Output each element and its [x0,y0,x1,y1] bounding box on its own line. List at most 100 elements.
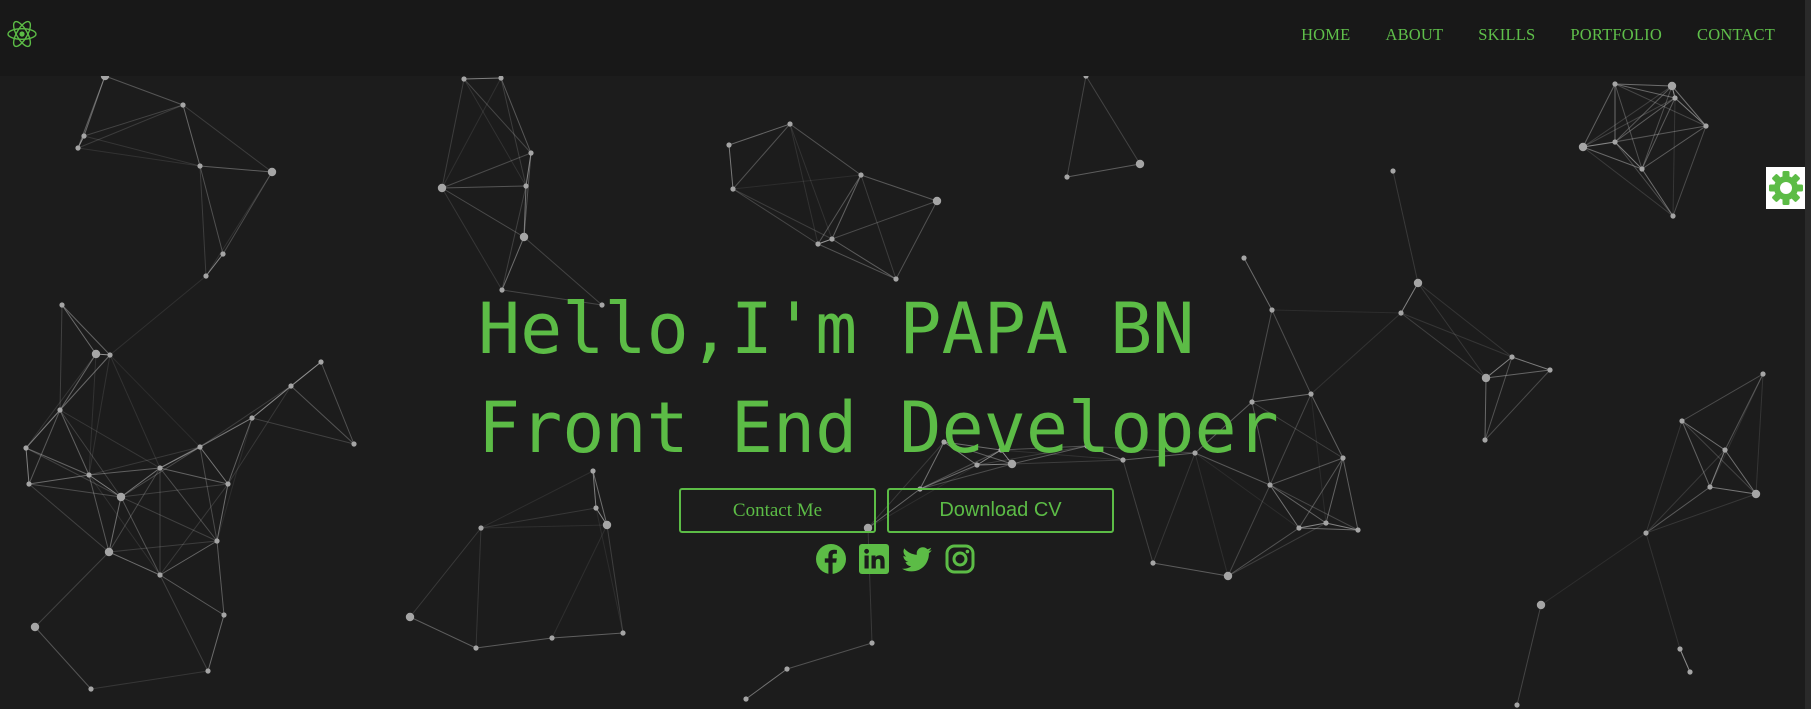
network-edge [34,626,92,690]
download-cv-button[interactable]: Download CV [887,488,1114,533]
network-edge [109,354,201,448]
network-edge [789,123,819,245]
network-edge [1484,369,1551,441]
network-edge [1400,312,1487,379]
network-node [197,163,203,169]
network-edge [88,467,161,476]
network-node [205,668,211,674]
network-edge [789,123,833,240]
network-node [1514,702,1520,708]
network-node [602,520,612,530]
network-edge [1085,75,1141,165]
network-edge [732,188,833,240]
network-node [1612,81,1618,87]
contact-me-button[interactable]: Contact Me [679,488,876,533]
network-edge [475,527,482,649]
network-edge [88,474,161,576]
network-node [405,612,415,622]
network-edge [817,174,862,245]
network-edge [523,152,532,238]
network-edge [1484,356,1513,441]
nav-skills-link[interactable]: SKILLS [1478,25,1535,45]
network-edge [1271,309,1312,395]
network-edge [1511,356,1551,371]
network-node [1703,123,1709,129]
network-edge [1298,457,1344,529]
network-edge [61,304,97,355]
network-node [1390,168,1396,174]
network-edge [1484,377,1487,441]
nav-contact-link[interactable]: CONTACT [1697,25,1775,45]
network-node [1760,371,1766,377]
network-edge [216,417,253,542]
network-node [1482,437,1488,443]
network-edge [1672,125,1707,217]
network-node [473,645,479,651]
network-edge [1243,257,1273,311]
network-edge [251,417,355,445]
network-edge [480,524,608,529]
network-edge [28,474,90,485]
network-edge [1227,522,1327,577]
network-node [932,196,942,206]
react-atom-icon[interactable] [6,18,38,50]
network-edge [1582,85,1673,148]
network-edge [1674,97,1707,127]
network-node [1269,307,1275,313]
network-edge [216,483,229,542]
instagram-icon[interactable] [944,543,976,575]
network-edge [895,200,938,280]
network-edge [1641,168,1674,217]
network-edge [728,144,734,190]
network-node [180,102,186,108]
network-edge [1485,369,1551,379]
network-edge [216,540,225,616]
network-edge [1310,312,1402,395]
network-node [1677,646,1683,652]
network-node [104,547,114,557]
network-node [787,121,793,127]
network-edge [207,614,225,672]
network-edge [409,616,477,649]
nav-portfolio-link[interactable]: PORTFOLIO [1570,25,1662,45]
network-edge [28,483,110,553]
network-node [1612,139,1618,145]
network-edge [860,174,938,202]
nav-about-link[interactable]: ABOUT [1385,25,1443,45]
network-edge [28,409,61,485]
network-edge [109,275,207,356]
network-edge [88,446,201,476]
network-node [1667,81,1677,91]
network-edge [59,409,161,469]
linkedin-icon[interactable] [858,543,890,575]
network-edge [120,496,161,576]
twitter-icon[interactable] [901,543,933,575]
network-node [1308,391,1314,397]
network-edge [1342,457,1359,531]
network-node [593,505,599,511]
network-edge [1671,85,1707,127]
network-edge [1540,532,1647,606]
network-node [1722,447,1728,453]
network-edge [1709,486,1757,495]
network-node [1223,571,1233,581]
network-node [267,167,277,177]
network-edge [59,409,122,498]
network-edge [789,123,862,176]
network-node [437,183,447,193]
facebook-icon[interactable] [815,543,847,575]
network-node [523,183,529,189]
network-edge [480,470,594,529]
network-node [220,251,226,257]
nav-home-link[interactable]: HOME [1301,25,1350,45]
scrollbar[interactable] [1805,0,1811,709]
settings-gear-button[interactable] [1766,167,1806,209]
network-edge [441,187,503,291]
network-node [86,472,92,478]
network-node [528,150,534,156]
network-edge [551,632,624,639]
network-node [1578,142,1588,152]
network-node [91,349,101,359]
network-edge [25,447,122,498]
network-node [461,76,467,82]
